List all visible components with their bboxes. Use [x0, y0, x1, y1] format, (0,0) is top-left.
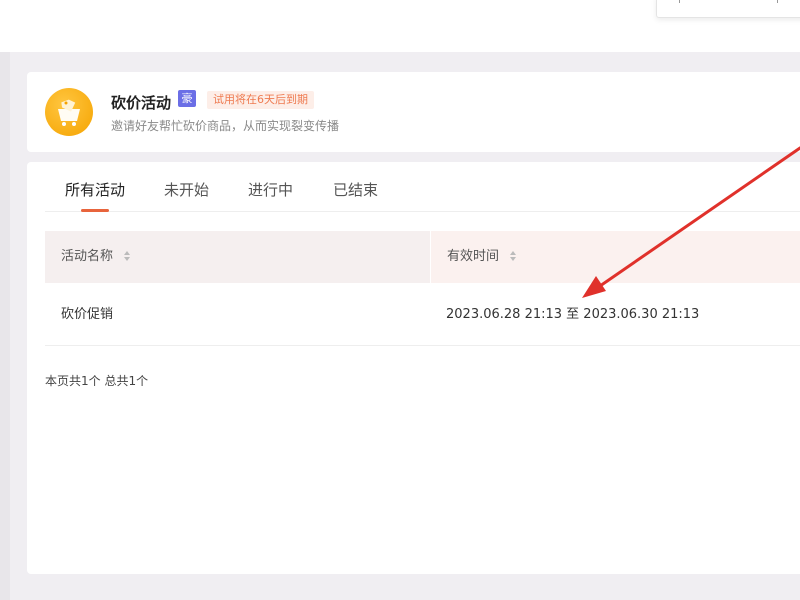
column-header-activity-name[interactable]: 活动名称 — [45, 231, 430, 283]
dropdown-tick — [777, 0, 778, 3]
tab-not-started[interactable]: 未开始 — [164, 179, 209, 200]
page-title: 砍价活动 — [111, 94, 172, 112]
trial-expiry-tag: 试用将在6天后到期 — [207, 91, 314, 109]
column-header-label: 活动名称 — [61, 249, 114, 264]
active-tab-indicator — [81, 209, 109, 212]
tab-all-activities[interactable]: 所有活动 — [65, 179, 125, 200]
valid-time-cell: 2023.06.28 21:13 至 2023.06.30 21:13 — [446, 307, 700, 322]
dropdown-panel-fragment — [656, 0, 800, 18]
shopping-cart-tag-icon — [45, 88, 93, 136]
app-header-card: 砍价活动 豪 试用将在6天后到期 邀请好友帮忙砍价商品，从而实现裂变传播 — [27, 72, 800, 152]
tab-in-progress[interactable]: 进行中 — [248, 179, 293, 200]
status-tabs: 所有活动 未开始 进行中 已结束 — [45, 162, 800, 212]
column-header-label: 有效时间 — [447, 249, 500, 264]
left-sidebar-edge — [0, 52, 10, 600]
sort-icon[interactable] — [123, 250, 131, 262]
pagination-summary: 本页共1个 总共1个 — [45, 374, 149, 388]
tab-ended[interactable]: 已结束 — [333, 179, 378, 200]
activity-list-card: 所有活动 未开始 进行中 已结束 活动名称 有效时间 砍价促销 2023.06.… — [27, 162, 800, 574]
dropdown-tick — [679, 0, 680, 3]
vip-badge: 豪 — [178, 90, 196, 107]
table-header: 活动名称 有效时间 — [45, 231, 800, 283]
sort-icon[interactable] — [509, 250, 517, 262]
activity-name-cell: 砍价促销 — [61, 307, 114, 322]
page-description: 邀请好友帮忙砍价商品，从而实现裂变传播 — [111, 119, 340, 133]
table-row[interactable]: 砍价促销 2023.06.28 21:13 至 2023.06.30 21:13 — [45, 284, 800, 346]
column-header-valid-time[interactable]: 有效时间 — [430, 231, 800, 283]
